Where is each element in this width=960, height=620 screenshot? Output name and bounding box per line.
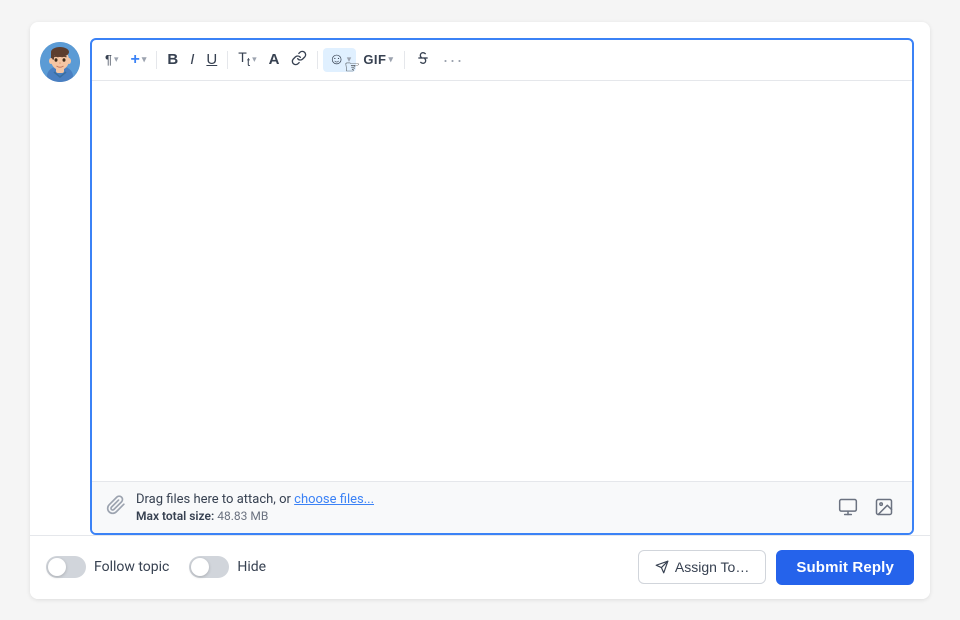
gif-chevron-icon: ▾ — [388, 55, 393, 64]
hide-group: Hide — [189, 556, 266, 578]
link-icon — [291, 50, 307, 69]
assign-to-label: Assign To… — [675, 559, 749, 575]
toolbar-sep-4 — [404, 51, 405, 69]
image-upload-btn[interactable] — [870, 495, 898, 519]
bold-icon: B — [167, 52, 178, 67]
avatar-col — [30, 38, 90, 82]
underline-btn[interactable]: U — [201, 48, 222, 71]
follow-topic-label: Follow topic — [94, 559, 169, 575]
attach-size-value-2: 48.83 MB — [217, 509, 268, 523]
link-btn[interactable] — [286, 46, 312, 73]
editor-body[interactable] — [92, 81, 912, 481]
submit-reply-label: Submit Reply — [796, 559, 894, 576]
italic-btn[interactable]: I — [185, 48, 199, 71]
paragraph-btn[interactable]: ¶ ▾ — [100, 49, 124, 70]
footer-right: Assign To… Submit Reply — [638, 550, 914, 585]
attach-prompt: Drag files here to attach, or choose fil… — [136, 492, 824, 507]
more-options-btn[interactable]: ··· — [438, 47, 469, 73]
emoji-btn[interactable]: ☺ ▾ — [323, 48, 356, 72]
choose-files-link[interactable]: choose files... — [294, 492, 374, 507]
attach-size-label: Max total size: — [136, 509, 214, 523]
paperclip-icon — [106, 495, 126, 520]
insert-btn[interactable]: + ▾ — [126, 48, 152, 72]
insert-chevron-icon: ▾ — [142, 55, 147, 64]
insert-icon: + — [131, 52, 140, 68]
text-color-btn[interactable]: A — [264, 48, 285, 71]
emoji-icon: ☺ — [328, 52, 344, 68]
more-options-icon: ··· — [443, 51, 464, 69]
emoji-btn-wrapper: ☺ ▾ ☞ — [323, 48, 356, 72]
strikethrough-icon — [415, 50, 431, 70]
emoji-chevron-icon: ▾ — [347, 55, 352, 64]
text-size-icon: Tt — [238, 50, 250, 68]
paragraph-chevron-icon: ▾ — [114, 55, 119, 64]
underline-icon: U — [206, 52, 217, 67]
text-color-icon: A — [269, 52, 280, 67]
attach-icons-right — [834, 495, 898, 519]
strikethrough-btn[interactable] — [410, 46, 436, 74]
follow-topic-group: Follow topic — [46, 556, 169, 578]
footer-left: Follow topic Hide — [46, 556, 266, 578]
toolbar-sep-2 — [227, 51, 228, 69]
page-container: ¶ ▾ + ▾ B I — [0, 0, 960, 620]
toolbar-sep-1 — [156, 51, 157, 69]
avatar — [40, 42, 80, 82]
paragraph-icon: ¶ — [105, 53, 112, 66]
gif-btn[interactable]: GIF ▾ — [358, 49, 398, 70]
attach-text-area: Drag files here to attach, or choose fil… — [136, 492, 824, 523]
attach-size-text: Max total size: 48.83 MB — [136, 509, 824, 523]
hide-label: Hide — [237, 559, 266, 575]
assign-send-icon — [655, 560, 669, 574]
text-size-btn[interactable]: Tt ▾ — [233, 46, 261, 72]
gif-icon: GIF — [363, 53, 386, 66]
main-area: ¶ ▾ + ▾ B I — [30, 22, 930, 535]
attach-bar: Drag files here to attach, or choose fil… — [92, 481, 912, 533]
editor-col: ¶ ▾ + ▾ B I — [90, 38, 914, 535]
assign-to-button[interactable]: Assign To… — [638, 550, 766, 584]
editor-wrapper: ¶ ▾ + ▾ B I — [30, 22, 930, 599]
attach-prompt-text: Drag files here to attach, or — [136, 492, 294, 507]
follow-topic-toggle[interactable] — [46, 556, 86, 578]
text-size-chevron-icon: ▾ — [252, 55, 257, 64]
toolbar-sep-3 — [317, 51, 318, 69]
hide-toggle[interactable] — [189, 556, 229, 578]
italic-icon: I — [190, 52, 194, 67]
toolbar: ¶ ▾ + ▾ B I — [92, 40, 912, 81]
bold-btn[interactable]: B — [162, 48, 183, 71]
footer-bar: Follow topic Hide Assign To… — [30, 535, 930, 599]
submit-reply-button[interactable]: Submit Reply — [776, 550, 914, 585]
screen-capture-btn[interactable] — [834, 495, 862, 519]
